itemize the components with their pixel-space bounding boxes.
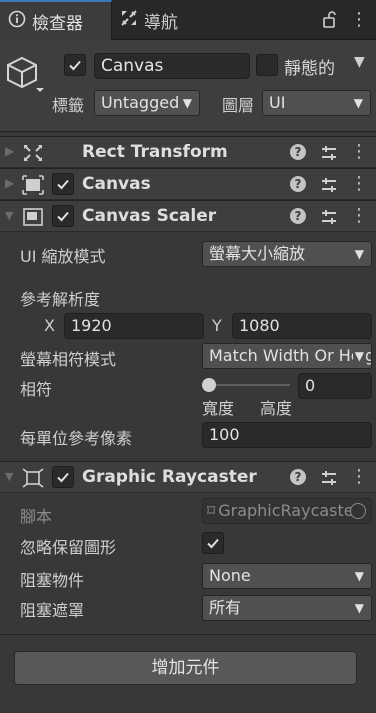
object-picker-icon: [350, 503, 366, 519]
component-title: Graphic Raycaster: [82, 467, 257, 487]
component-rect-transform[interactable]: ▶ Rect Transform ? ⋮: [0, 136, 376, 168]
script-icon: ⌑: [207, 501, 216, 520]
height-label: 高度: [260, 399, 293, 418]
component-menu-icon[interactable]: ⋮: [350, 466, 368, 487]
tab-navigation-label: 導航: [144, 12, 178, 33]
info-icon: [8, 10, 26, 33]
x-label: X: [44, 316, 55, 335]
chevron-down-icon: ▼: [354, 247, 364, 261]
match-value-field[interactable]: 0: [298, 373, 372, 399]
canvas-scaler-icon: [22, 207, 44, 227]
component-title: Rect Transform: [82, 142, 228, 162]
checkmark-icon: [69, 60, 81, 71]
tab-bar: 檢查器 導航 ⋮: [0, 0, 376, 40]
resolution-x-field[interactable]: 1920: [64, 313, 204, 339]
layer-value: UI: [269, 93, 286, 112]
component-menu-icon[interactable]: ⋮: [350, 205, 368, 226]
component-menu-icon[interactable]: ⋮: [350, 141, 368, 162]
blocking-mask-dropdown[interactable]: 所有 ▼: [202, 595, 372, 621]
chevron-down-icon: ▼: [354, 601, 364, 615]
tab-menu-icon[interactable]: ⋮: [350, 8, 368, 32]
width-label: 寬度: [202, 399, 235, 418]
script-field: ⌑ GraphicRaycaster: [202, 498, 372, 524]
tag-label: 標籤: [52, 96, 85, 115]
match-label: 相符: [20, 380, 53, 399]
ignore-reversed-graphics-label: 忽略保留圖形: [20, 538, 117, 557]
tab-inspector-label: 檢查器: [32, 13, 83, 34]
screen-match-mode-value: Match Width Or Height: [209, 346, 371, 365]
match-slider-track[interactable]: [206, 384, 290, 386]
foldout-arrow-icon[interactable]: ▼: [5, 209, 13, 222]
foldout-arrow-icon[interactable]: ▶: [5, 144, 14, 158]
help-icon[interactable]: ?: [290, 469, 306, 485]
checkmark-icon: [207, 538, 219, 549]
screen-match-mode-label: 螢幕相符模式: [20, 350, 117, 369]
tag-value: Untagged: [101, 93, 180, 112]
chevron-down-icon: ▼: [182, 96, 192, 110]
reference-resolution-label: 參考解析度: [20, 290, 101, 309]
blocking-mask-label: 阻塞遮罩: [20, 601, 85, 620]
static-label: 靜態的: [284, 59, 335, 79]
preset-icon[interactable]: [320, 144, 338, 162]
match-slider-handle[interactable]: [202, 378, 216, 392]
layer-dropdown[interactable]: UI ▼: [262, 90, 371, 116]
script-label: 腳本: [20, 507, 53, 526]
static-checkbox[interactable]: [256, 54, 278, 76]
component-title: Canvas Scaler: [82, 206, 217, 226]
navigation-icon: [120, 9, 138, 32]
chevron-down-icon: ▼: [352, 344, 364, 368]
foldout-arrow-icon[interactable]: ▶: [5, 176, 14, 190]
gameobject-icon[interactable]: [4, 54, 44, 98]
screen-match-mode-dropdown[interactable]: Match Width Or Height ▼: [202, 343, 372, 369]
rect-transform-icon: [22, 143, 44, 163]
graphic-raycaster-enabled-checkbox[interactable]: [52, 466, 74, 488]
chevron-down-icon: ▼: [353, 96, 363, 110]
tab-navigation[interactable]: 導航: [120, 0, 230, 40]
canvas-icon: [22, 175, 44, 195]
scale-mode-label: UI 縮放模式: [20, 247, 106, 266]
canvas-enabled-checkbox[interactable]: [52, 173, 74, 195]
foldout-arrow-icon[interactable]: ▼: [5, 470, 13, 483]
component-graphic-raycaster[interactable]: ▼ Graphic Raycaster ? ⋮: [0, 461, 376, 493]
reference-pixels-per-unit-field[interactable]: 100: [202, 422, 372, 448]
chevron-down-icon: ▼: [354, 569, 364, 583]
preset-icon[interactable]: [320, 469, 338, 487]
component-canvas[interactable]: ▶ Canvas ? ⋮: [0, 168, 376, 200]
canvas-scaler-enabled-checkbox[interactable]: [52, 205, 74, 227]
blocking-mask-value: 所有: [209, 598, 242, 617]
reference-pixels-per-unit-label: 每單位參考像素: [20, 429, 133, 448]
active-checkbox[interactable]: [64, 54, 86, 76]
component-title: Canvas: [82, 174, 151, 194]
script-value: GraphicRaycaster: [218, 501, 361, 520]
add-component-button[interactable]: 增加元件: [14, 651, 357, 685]
graphic-raycaster-icon: [22, 468, 44, 488]
resolution-y-field[interactable]: 1080: [232, 313, 372, 339]
tab-inspector[interactable]: 檢查器: [0, 0, 112, 40]
layer-label: 圖層: [222, 96, 255, 115]
help-icon[interactable]: ?: [290, 176, 306, 192]
help-icon[interactable]: ?: [290, 144, 306, 160]
checkmark-icon: [57, 179, 69, 190]
scale-mode-dropdown[interactable]: 螢幕大小縮放 ▼: [202, 241, 372, 267]
static-dropdown-arrow-icon[interactable]: ▼: [354, 54, 365, 70]
checkmark-icon: [57, 472, 69, 483]
preset-icon[interactable]: [320, 176, 338, 194]
y-label: Y: [212, 316, 222, 335]
preset-icon[interactable]: [320, 208, 338, 226]
divider: [0, 634, 376, 635]
tag-dropdown[interactable]: Untagged ▼: [94, 90, 200, 116]
lock-icon[interactable]: [320, 10, 340, 30]
blocking-objects-dropdown[interactable]: None ▼: [202, 563, 372, 589]
scale-mode-value: 螢幕大小縮放: [209, 244, 306, 263]
component-menu-icon[interactable]: ⋮: [350, 173, 368, 194]
help-icon[interactable]: ?: [290, 208, 306, 224]
blocking-objects-label: 阻塞物件: [20, 571, 85, 590]
gameobject-name-field[interactable]: Canvas: [94, 53, 250, 79]
blocking-objects-value: None: [209, 566, 251, 585]
checkmark-icon: [57, 211, 69, 222]
component-canvas-scaler[interactable]: ▼ Canvas Scaler ? ⋮: [0, 200, 376, 232]
ignore-reversed-graphics-checkbox[interactable]: [202, 532, 224, 554]
